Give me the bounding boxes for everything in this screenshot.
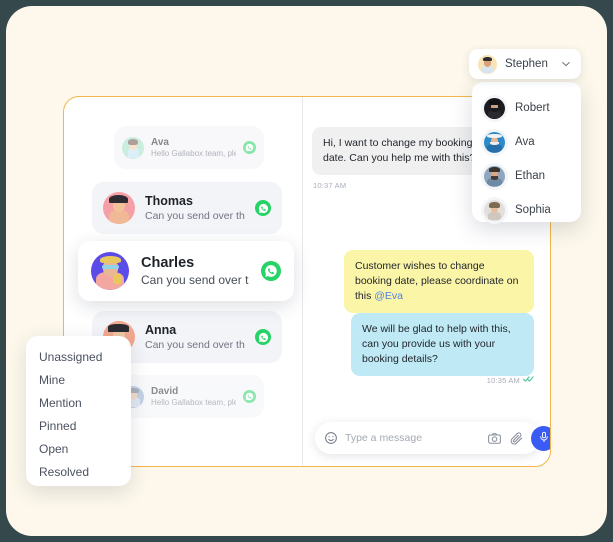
conversation-snippet: Can you send over tha..	[145, 210, 245, 222]
avatar-ava-list	[122, 136, 144, 159]
avatar-sophia	[484, 199, 505, 221]
whatsapp-icon	[255, 329, 271, 345]
avatar-charles	[91, 252, 129, 290]
outgoing-message-meta: 10:35 AM	[487, 375, 534, 385]
message-input[interactable]	[345, 432, 480, 444]
incoming-message-time: 10:37 AM	[313, 181, 347, 190]
conversation-item-charles[interactable]: Charles Can you send over tha..	[78, 241, 294, 301]
avatar-ethan	[484, 165, 505, 187]
camera-icon[interactable]	[487, 431, 502, 446]
assignee-option-label: Robert	[515, 102, 550, 114]
conversation-texts: Anna Can you send over tha..	[145, 323, 245, 351]
conversation-name: Ava	[151, 137, 169, 148]
assignee-option-label: Ethan	[515, 170, 546, 182]
page-background: Ava Hello Gallabox team, pleas..	[6, 6, 607, 536]
conversation-texts: Ava Hello Gallabox team, pleas..	[151, 137, 236, 158]
assignee-option-label: Sophia	[515, 204, 551, 216]
avatar-ava	[484, 131, 505, 153]
conversation-texts: Charles Can you send over tha..	[141, 255, 249, 287]
conversation-item-ava[interactable]: Ava Hello Gallabox team, pleas..	[114, 126, 264, 169]
conversation-filter-menu: Unassigned Mine Mention Pinned Open Reso…	[26, 336, 131, 486]
assignee-option-ava[interactable]: Ava	[472, 125, 581, 159]
conversation-item-david[interactable]: David Hello Gallabox team, pleas..	[114, 375, 264, 418]
internal-note-bubble: Customer wishes to change booking date, …	[344, 250, 534, 313]
whatsapp-icon	[243, 141, 256, 154]
double-check-icon	[523, 375, 534, 385]
avatar-thomas	[103, 192, 135, 224]
avatar-robert	[484, 97, 505, 119]
conversation-name: Charles	[141, 255, 195, 271]
assignee-option-sophia[interactable]: Sophia	[472, 193, 581, 227]
microphone-icon	[538, 431, 550, 446]
whatsapp-icon	[243, 390, 256, 403]
conversation-snippet: Can you send over tha..	[145, 339, 245, 351]
outgoing-message-time: 10:35 AM	[486, 375, 520, 385]
message-composer	[315, 422, 550, 454]
conversation-snippet: Hello Gallabox team, pleas..	[151, 398, 236, 407]
filter-item-unassigned[interactable]: Unassigned	[26, 346, 131, 369]
assignee-dropdown-menu: Robert Ava Ethan Sophia	[472, 82, 581, 222]
conversation-snippet: Hello Gallabox team, pleas..	[151, 149, 236, 158]
assignee-option-label: Ava	[515, 136, 535, 148]
conversation-name: David	[151, 386, 179, 397]
paperclip-icon[interactable]	[509, 431, 524, 446]
outgoing-message-bubble: We will be glad to help with this, can y…	[351, 313, 534, 376]
filter-item-mention[interactable]: Mention	[26, 392, 131, 415]
screenshot-root: Ava Hello Gallabox team, pleas..	[0, 0, 613, 542]
conversation-snippet: Can you send over tha..	[141, 273, 249, 287]
conversation-texts: Thomas Can you send over tha..	[145, 194, 245, 222]
filter-item-mine[interactable]: Mine	[26, 369, 131, 392]
assignee-name: Stephen	[505, 58, 548, 70]
whatsapp-icon	[255, 200, 271, 216]
avatar-stephen	[478, 54, 497, 74]
whatsapp-icon	[261, 261, 281, 281]
filter-item-open[interactable]: Open	[26, 438, 131, 461]
voice-record-button[interactable]	[531, 425, 550, 451]
assignee-option-robert[interactable]: Robert	[472, 91, 581, 125]
conversation-item-thomas[interactable]: Thomas Can you send over tha..	[92, 182, 282, 234]
emoji-smiley-icon[interactable]	[324, 431, 338, 445]
filter-item-pinned[interactable]: Pinned	[26, 415, 131, 438]
assignee-option-ethan[interactable]: Ethan	[472, 159, 581, 193]
filter-item-resolved[interactable]: Resolved	[26, 461, 131, 484]
note-mention[interactable]: @Eva	[374, 290, 403, 302]
assignee-selector-chip[interactable]: Stephen	[469, 49, 581, 79]
conversation-name: Thomas	[145, 194, 193, 208]
conversation-name: Anna	[145, 323, 177, 337]
chevron-down-icon[interactable]	[560, 58, 572, 70]
conversation-texts: David Hello Gallabox team, pleas..	[151, 386, 236, 407]
